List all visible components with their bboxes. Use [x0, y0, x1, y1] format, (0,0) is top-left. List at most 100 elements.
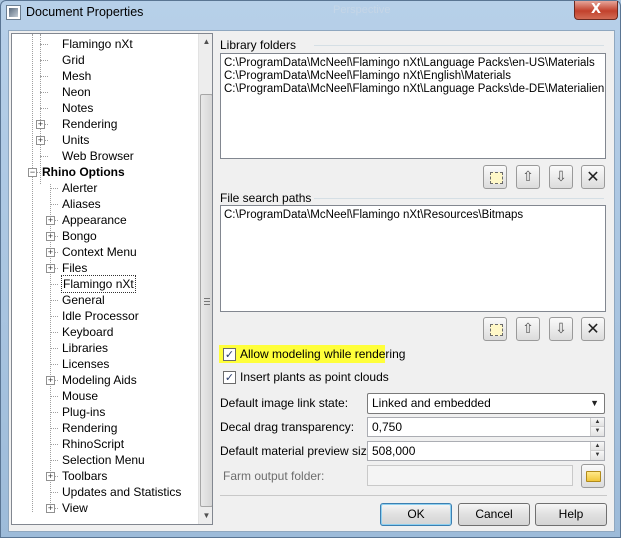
farm-output-input[interactable] [367, 465, 573, 486]
tree-item[interactable]: Rendering [12, 420, 197, 436]
ok-button[interactable]: OK [380, 503, 452, 526]
expand-icon[interactable]: + [36, 120, 45, 129]
tree-item[interactable]: Selection Menu [12, 452, 197, 468]
list-item[interactable]: C:\ProgramData\McNeel\Flamingo nXt\Resou… [224, 209, 602, 222]
spin-down-icon[interactable]: ▼ [591, 427, 604, 436]
expand-icon[interactable]: + [46, 376, 55, 385]
expand-icon[interactable]: + [46, 472, 55, 481]
expand-icon[interactable]: + [46, 216, 55, 225]
list-item[interactable]: C:\ProgramData\McNeel\Flamingo nXt\Langu… [224, 57, 602, 70]
add-library-folder-button[interactable] [483, 165, 507, 189]
tree-item[interactable]: + Appearance [12, 212, 197, 228]
tree-item-label: Files [62, 261, 88, 275]
tree-item[interactable]: + Modeling Aids [12, 372, 197, 388]
insert-plants-checkbox[interactable]: ✓ [223, 371, 236, 384]
title-bar[interactable]: Document Properties Perspective X [1, 1, 620, 25]
spin-up-icon[interactable]: ▲ [591, 442, 604, 451]
expand-icon[interactable]: + [46, 248, 55, 257]
tree-item[interactable]: Licenses [12, 356, 197, 372]
help-button[interactable]: Help [535, 503, 607, 526]
tree-item[interactable]: Mouse [12, 388, 197, 404]
move-up-button[interactable]: ⇧ [516, 317, 540, 341]
tree-item[interactable]: General [12, 292, 197, 308]
tree-item[interactable]: Grid [12, 52, 197, 68]
tree-item[interactable]: Flamingo nXt [12, 275, 197, 293]
tree-connector [50, 396, 58, 397]
tree-item[interactable]: Plug-ins [12, 404, 197, 420]
group-divider [314, 198, 604, 199]
file-search-paths-list[interactable]: C:\ProgramData\McNeel\Flamingo nXt\Resou… [220, 205, 606, 312]
tree-connector [50, 348, 58, 349]
tree-item-label: Flamingo nXt [62, 37, 133, 51]
separator [220, 495, 607, 496]
tree-connector [50, 316, 58, 317]
expand-icon[interactable]: + [46, 264, 55, 273]
arrow-down-icon: ⇩ [555, 321, 567, 337]
tree-item[interactable]: + Bongo [12, 228, 197, 244]
spin-up-icon[interactable]: ▲ [591, 418, 604, 427]
tree-item[interactable]: Flamingo nXt [12, 36, 197, 52]
scroll-down-icon[interactable]: ▼ [199, 508, 212, 524]
tree-item[interactable]: + Context Menu [12, 244, 197, 260]
tree-item-label: Rendering [62, 117, 118, 131]
tree-item-label: Context Menu [62, 245, 137, 259]
options-tree[interactable]: Flamingo nXt Grid Mesh Neon Notes + Rendering +… [11, 33, 213, 525]
tree-item-label: Units [62, 133, 90, 147]
tree-item[interactable]: Web Browser [12, 148, 197, 164]
tree-scrollbar[interactable]: ▲ ▼ [198, 34, 212, 524]
decal-drag-input[interactable]: 0,750 ▲ ▼ [367, 417, 605, 437]
allow-modeling-checkbox[interactable]: ✓ [223, 348, 236, 361]
collapse-icon[interactable]: − [28, 168, 37, 177]
image-link-state-select[interactable]: Linked and embedded ▼ [367, 393, 605, 414]
tree-item[interactable]: − Rhino Options [12, 164, 197, 180]
tree-item-label: Selection Menu [62, 453, 145, 467]
tree-item[interactable]: Neon [12, 84, 197, 100]
move-up-button[interactable]: ⇧ [516, 165, 540, 189]
tree-item-label: Web Browser [62, 149, 134, 163]
material-preview-input[interactable]: 508,000 ▲ ▼ [367, 441, 605, 461]
tree-item-label: Appearance [62, 213, 127, 227]
scroll-up-icon[interactable]: ▲ [199, 34, 212, 50]
tree-item[interactable]: Notes [12, 100, 197, 116]
browse-folder-button[interactable] [581, 464, 605, 488]
list-item[interactable]: C:\ProgramData\McNeel\Flamingo nXt\Engli… [224, 70, 602, 83]
tree-item[interactable]: Idle Processor [12, 308, 197, 324]
tree-connector [50, 492, 58, 493]
tree-item[interactable]: + Files [12, 260, 197, 276]
tree-item[interactable]: Mesh [12, 68, 197, 84]
expand-icon[interactable]: + [46, 232, 55, 241]
tree-item[interactable]: + Rendering [12, 116, 197, 132]
tree-item[interactable]: Keyboard [12, 324, 197, 340]
tree-item-label: Libraries [62, 341, 109, 355]
move-down-button[interactable]: ⇩ [549, 165, 573, 189]
tree-item[interactable]: RhinoScript [12, 436, 197, 452]
remove-folder-button[interactable]: ✕ [581, 165, 605, 189]
remove-path-button[interactable]: ✕ [581, 317, 605, 341]
list-item[interactable]: C:\ProgramData\McNeel\Flamingo nXt\Langu… [224, 83, 604, 96]
tree-item[interactable]: Alerter [12, 180, 197, 196]
tree-item[interactable]: Libraries [12, 340, 197, 356]
tree-item[interactable]: Updates and Statistics [12, 484, 197, 500]
cancel-button[interactable]: Cancel [458, 503, 530, 526]
insert-plants-label[interactable]: Insert plants as point clouds [240, 370, 389, 384]
add-search-path-button[interactable] [483, 317, 507, 341]
tree-item[interactable]: + View [12, 500, 197, 516]
dialog-client-area: Flamingo nXt Grid Mesh Neon Notes + Rendering +… [8, 30, 615, 532]
tree-connector [40, 60, 48, 61]
tree-item[interactable]: + Toolbars [12, 468, 197, 484]
allow-modeling-label[interactable]: Allow modeling while rendering [240, 347, 405, 361]
expand-icon[interactable]: + [46, 504, 55, 513]
library-folders-list[interactable]: C:\ProgramData\McNeel\Flamingo nXt\Langu… [220, 53, 606, 159]
tree-item-label: Plug-ins [62, 405, 106, 419]
tree-item-label: View [62, 501, 88, 515]
check-icon: ✓ [224, 371, 235, 384]
decal-drag-label: Decal drag transparency: [220, 420, 355, 434]
tree-item-label: Mouse [62, 389, 99, 403]
spin-down-icon[interactable]: ▼ [591, 451, 604, 460]
expand-icon[interactable]: + [36, 136, 45, 145]
close-button[interactable]: X [574, 1, 618, 20]
scrollbar-thumb[interactable] [200, 94, 212, 507]
tree-item[interactable]: Aliases [12, 196, 197, 212]
tree-item[interactable]: + Units [12, 132, 197, 148]
move-down-button[interactable]: ⇩ [549, 317, 573, 341]
